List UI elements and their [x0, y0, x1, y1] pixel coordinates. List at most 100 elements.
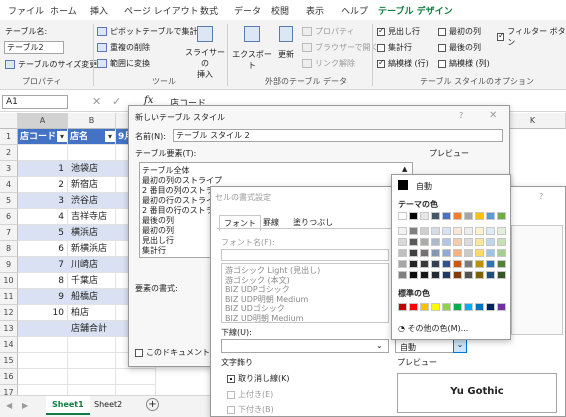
- table-cell[interactable]: [68, 369, 116, 385]
- standard-color-swatch[interactable]: [486, 303, 495, 311]
- font-list-item[interactable]: BIZ UD明朝 Medium: [225, 313, 303, 324]
- strikethrough-option[interactable]: 取り消し線(K): [227, 373, 290, 384]
- tab-fill[interactable]: 塗りつぶし: [293, 217, 333, 228]
- close-icon[interactable]: ✕: [489, 110, 497, 121]
- table-cell[interactable]: [116, 369, 156, 385]
- row-header[interactable]: 8: [0, 241, 18, 257]
- theme-shade-swatch[interactable]: [409, 227, 418, 235]
- table-cell[interactable]: 新宿店: [68, 177, 116, 193]
- table-cell[interactable]: 渋谷店: [68, 193, 116, 209]
- banded-columns-checkbox[interactable]: [438, 59, 446, 68]
- table-cell[interactable]: 5: [18, 225, 68, 241]
- standard-color-swatch[interactable]: [497, 303, 506, 311]
- tab-review[interactable]: 校閲: [271, 4, 289, 17]
- standard-color-swatch[interactable]: [464, 303, 473, 311]
- table-cell[interactable]: [18, 369, 68, 385]
- table-cell[interactable]: 9: [18, 289, 68, 305]
- column-header[interactable]: B: [68, 113, 116, 129]
- strikethrough-checkbox[interactable]: [227, 374, 235, 383]
- theme-shade-swatch[interactable]: [464, 227, 473, 235]
- font-name-input[interactable]: [221, 249, 389, 261]
- row-header[interactable]: 6: [0, 209, 18, 225]
- theme-color-swatch[interactable]: [398, 212, 407, 220]
- row-header[interactable]: 12: [0, 305, 18, 321]
- open-browser-button[interactable]: ブラウザーで開く: [302, 42, 379, 53]
- refresh-button[interactable]: 更新: [274, 24, 298, 74]
- theme-color-swatch[interactable]: [409, 212, 418, 220]
- row-header[interactable]: 10: [0, 273, 18, 289]
- table-element-item[interactable]: 集計行: [142, 245, 166, 256]
- theme-shade-swatch[interactable]: [431, 271, 440, 279]
- table-cell[interactable]: 4: [18, 209, 68, 225]
- tab-file[interactable]: ファイル: [8, 4, 44, 17]
- theme-shade-swatch[interactable]: [420, 271, 429, 279]
- filter-dropdown-icon[interactable]: ▾: [57, 131, 67, 142]
- last-column-checkbox[interactable]: [438, 43, 446, 52]
- tab-page-layout[interactable]: ページ レイアウト: [124, 4, 199, 17]
- auto-color-swatch[interactable]: [398, 180, 408, 190]
- table-cell[interactable]: 8: [18, 273, 68, 289]
- theme-shade-swatch[interactable]: [431, 227, 440, 235]
- theme-shade-swatch[interactable]: [420, 238, 429, 246]
- filter-dropdown-icon[interactable]: ▾: [105, 131, 115, 142]
- enter-check-icon[interactable]: ✓: [112, 95, 121, 108]
- theme-shade-swatch[interactable]: [497, 271, 506, 279]
- underline-select[interactable]: ⌄: [221, 339, 389, 353]
- theme-shade-swatch[interactable]: [464, 260, 473, 268]
- row-header[interactable]: 4: [0, 177, 18, 193]
- table-cell[interactable]: [18, 145, 68, 161]
- sheet-tab-sheet2[interactable]: Sheet2: [94, 400, 122, 409]
- theme-shade-swatch[interactable]: [431, 249, 440, 257]
- theme-shade-swatch[interactable]: [464, 238, 473, 246]
- theme-shade-swatch[interactable]: [453, 249, 462, 257]
- theme-shade-swatch[interactable]: [486, 260, 495, 268]
- theme-shade-swatch[interactable]: [431, 260, 440, 268]
- help-icon[interactable]: ?: [539, 192, 543, 201]
- option-header-row[interactable]: 見出し行: [377, 26, 420, 37]
- theme-shade-swatch[interactable]: [497, 227, 506, 235]
- table-cell[interactable]: 池袋店: [68, 161, 116, 177]
- row-header[interactable]: 1: [0, 129, 18, 145]
- insert-slicer-button[interactable]: スライサーの 挿入: [185, 24, 225, 79]
- theme-color-swatch[interactable]: [442, 212, 451, 220]
- table-cell[interactable]: [68, 353, 116, 369]
- theme-shade-swatch[interactable]: [420, 227, 429, 235]
- theme-shade-swatch[interactable]: [398, 227, 407, 235]
- default-style-checkbox[interactable]: [135, 348, 143, 357]
- banded-rows-checkbox[interactable]: [377, 58, 385, 68]
- first-column-checkbox[interactable]: [438, 27, 446, 36]
- row-header[interactable]: 2: [0, 145, 18, 161]
- table-cell[interactable]: 柏店: [68, 305, 116, 321]
- table-cell[interactable]: 2: [18, 177, 68, 193]
- standard-color-swatch[interactable]: [475, 303, 484, 311]
- theme-shade-swatch[interactable]: [464, 271, 473, 279]
- standard-color-swatch[interactable]: [442, 303, 451, 311]
- theme-color-swatch[interactable]: [486, 212, 495, 220]
- table-cell[interactable]: 店舗合計: [68, 321, 116, 337]
- export-button[interactable]: エクスポート: [232, 24, 272, 74]
- theme-shade-swatch[interactable]: [486, 238, 495, 246]
- theme-color-swatch[interactable]: [431, 212, 440, 220]
- theme-shade-swatch[interactable]: [497, 249, 506, 257]
- option-total-row[interactable]: 集計行: [377, 42, 412, 53]
- option-banded-columns[interactable]: 縞模様 (列): [438, 58, 490, 69]
- theme-shade-swatch[interactable]: [486, 249, 495, 257]
- theme-shade-swatch[interactable]: [442, 238, 451, 246]
- theme-shade-swatch[interactable]: [475, 249, 484, 257]
- total-row-checkbox[interactable]: [377, 43, 385, 52]
- standard-color-swatch[interactable]: [420, 303, 429, 311]
- row-header[interactable]: 9: [0, 257, 18, 273]
- style-name-input[interactable]: テーブル スタイル 2: [173, 129, 503, 142]
- scroll-up-icon[interactable]: ▲: [402, 165, 407, 173]
- theme-shade-swatch[interactable]: [409, 249, 418, 257]
- theme-shade-swatch[interactable]: [475, 227, 484, 235]
- scroll-left-icon[interactable]: ◀: [6, 401, 12, 410]
- superscript-checkbox[interactable]: [227, 390, 235, 399]
- table-cell[interactable]: 川崎店: [68, 257, 116, 273]
- theme-shade-swatch[interactable]: [420, 260, 429, 268]
- add-sheet-icon[interactable]: +: [146, 398, 159, 411]
- remove-duplicates-button[interactable]: 重複の削除: [97, 42, 150, 53]
- table-name-input[interactable]: テーブル2: [4, 41, 64, 54]
- table-cell[interactable]: 1: [18, 161, 68, 177]
- theme-shade-swatch[interactable]: [420, 249, 429, 257]
